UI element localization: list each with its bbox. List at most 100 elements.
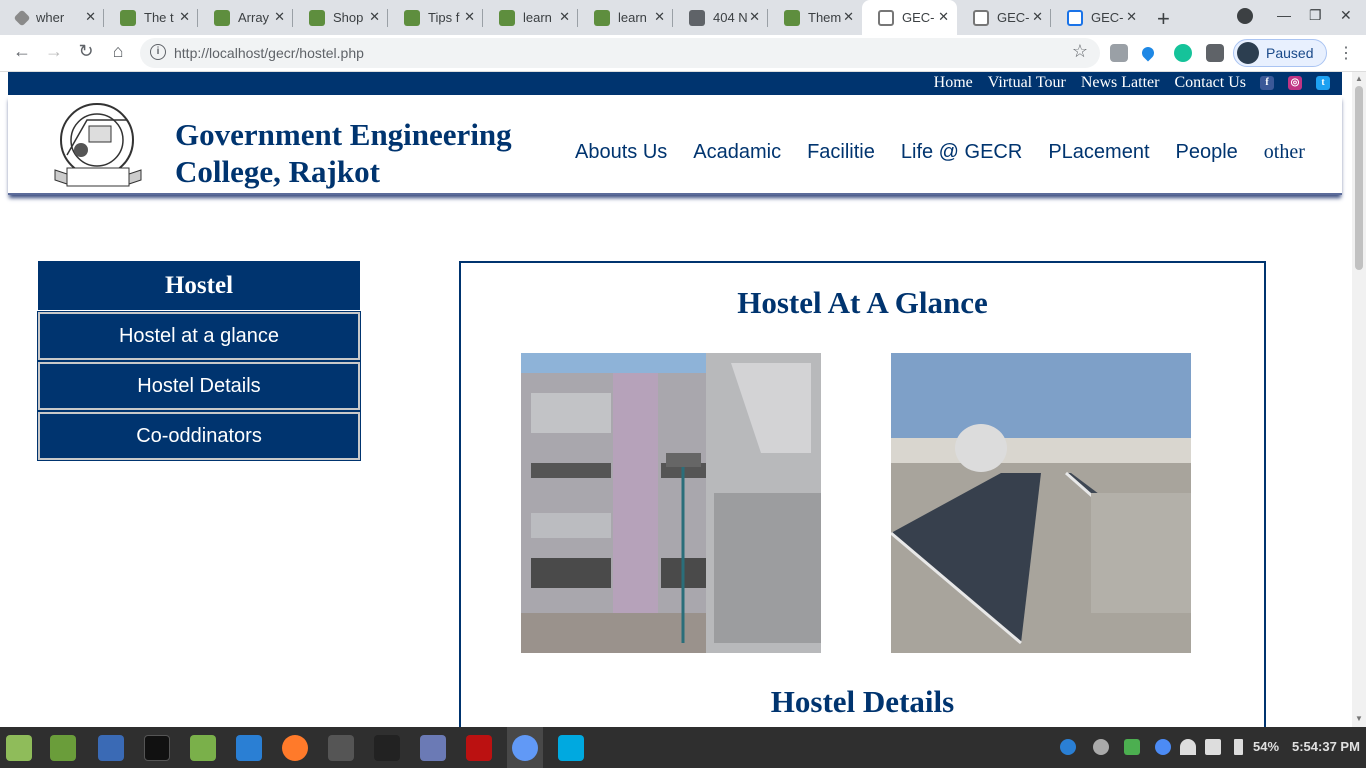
- profile-button[interactable]: Paused: [1233, 39, 1327, 67]
- grammarly-icon[interactable]: [1174, 44, 1192, 62]
- close-tab-icon[interactable]: ✕: [274, 9, 285, 25]
- battery-icon[interactable]: [1234, 739, 1243, 755]
- firefox-icon[interactable]: [282, 735, 308, 761]
- terminal-icon[interactable]: [144, 735, 170, 761]
- college-name[interactable]: Government Engineering College, Rajkot: [175, 116, 555, 190]
- close-tab-icon[interactable]: ✕: [464, 9, 475, 25]
- nav-people[interactable]: People: [1176, 141, 1238, 164]
- info-icon[interactable]: i: [150, 44, 166, 60]
- update-icon[interactable]: [1124, 739, 1140, 755]
- restore-icon[interactable]: ❐: [1309, 7, 1322, 24]
- close-tab-icon[interactable]: ✕: [938, 9, 949, 25]
- close-tab-icon[interactable]: ✕: [1032, 9, 1043, 25]
- top-link-contact[interactable]: Contact Us: [1174, 74, 1246, 92]
- browser-tab[interactable]: 404 N ✕: [673, 0, 768, 35]
- gec-icon: [1067, 9, 1083, 26]
- nav-other[interactable]: other: [1264, 141, 1305, 164]
- skype-icon[interactable]: [558, 735, 584, 761]
- tab-search-icon[interactable]: [1237, 8, 1253, 24]
- nav-academic[interactable]: Acadamic: [693, 141, 781, 164]
- water-drop-icon[interactable]: [1139, 44, 1157, 62]
- back-icon[interactable]: ←: [10, 41, 34, 62]
- browser-tab[interactable]: GEC- ✕: [1051, 0, 1145, 35]
- top-link-news[interactable]: News Latter: [1081, 74, 1160, 92]
- browser-tab[interactable]: The t ✕: [104, 0, 198, 35]
- url-text[interactable]: http://localhost/gecr/hostel.php: [174, 45, 364, 61]
- shopify-icon: [499, 9, 515, 26]
- college-logo[interactable]: [37, 100, 158, 190]
- scroll-down-icon[interactable]: ▼: [1355, 714, 1363, 723]
- close-tab-icon[interactable]: ✕: [85, 9, 96, 25]
- nav-life-gecr[interactable]: Life @ GECR: [901, 141, 1022, 164]
- chrome-icon[interactable]: [507, 727, 543, 768]
- extension-icon[interactable]: [1110, 44, 1128, 62]
- sidebar-item-hostel-details[interactable]: Hostel Details: [37, 361, 361, 411]
- nav-about-us[interactable]: Abouts Us: [575, 141, 667, 164]
- browser-tab[interactable]: wher ✕: [0, 0, 104, 35]
- forward-icon[interactable]: →: [42, 41, 66, 62]
- close-tab-icon[interactable]: ✕: [1126, 9, 1137, 25]
- browser-tab[interactable]: Them ✕: [768, 0, 862, 35]
- browser-tab[interactable]: Shop ✕: [293, 0, 388, 35]
- shield-icon[interactable]: [1093, 739, 1109, 755]
- instagram-icon[interactable]: ◎: [1288, 76, 1302, 90]
- scrollbar-thumb[interactable]: [1355, 86, 1363, 270]
- terminal-2-icon[interactable]: [374, 735, 400, 761]
- minimize-icon[interactable]: —: [1277, 7, 1291, 23]
- shopify-icon: [214, 9, 230, 26]
- nav-placement[interactable]: PLacement: [1048, 141, 1149, 164]
- nav-facilities[interactable]: Facilitie: [807, 141, 875, 164]
- browser-tab[interactable]: GEC- ✕: [957, 0, 1051, 35]
- mint-menu-icon[interactable]: [6, 735, 32, 761]
- menu-icon[interactable]: ⋮: [1338, 43, 1354, 63]
- sidebar-item-coordinators[interactable]: Co-oddinators: [37, 411, 361, 461]
- extensions-puzzle-icon[interactable]: [1206, 44, 1224, 62]
- browser-tab[interactable]: learn ✕: [578, 0, 673, 35]
- browser-tab[interactable]: Tips f ✕: [388, 0, 483, 35]
- shopify-icon: [404, 9, 420, 26]
- browser-tab[interactable]: Array ✕: [198, 0, 293, 35]
- globe-icon: [689, 9, 705, 26]
- bluetooth-icon[interactable]: [1060, 739, 1076, 755]
- vscode-icon[interactable]: [236, 735, 262, 761]
- reload-icon[interactable]: ↻: [74, 41, 98, 62]
- home-icon[interactable]: ⌂: [106, 41, 130, 62]
- top-link-virtual-tour[interactable]: Virtual Tour: [988, 74, 1066, 92]
- browser-tab[interactable]: learn ✕: [483, 0, 578, 35]
- close-tab-icon[interactable]: ✕: [749, 9, 760, 25]
- new-tab-icon[interactable]: +: [1157, 6, 1170, 32]
- main-nav: Abouts Us Acadamic Facilitie Life @ GECR…: [575, 141, 1305, 164]
- wifi-icon[interactable]: [1180, 739, 1196, 755]
- address-bar[interactable]: i http://localhost/gecr/hostel.php ☆: [140, 38, 1100, 68]
- page-scrollbar[interactable]: ▲ ▼: [1352, 72, 1366, 727]
- files-icon[interactable]: [190, 735, 216, 761]
- page-title: Hostel At A Glance: [737, 285, 988, 320]
- close-tab-icon[interactable]: ✕: [843, 9, 854, 25]
- screenshot-icon[interactable]: [98, 735, 124, 761]
- top-link-home[interactable]: Home: [934, 74, 973, 92]
- shopify-icon: [120, 9, 136, 26]
- mail-icon[interactable]: [420, 735, 446, 761]
- close-tab-icon[interactable]: ✕: [654, 9, 665, 25]
- content-panel: Hostel At A Glance Hostel Details: [459, 261, 1266, 727]
- show-desktop-icon[interactable]: [50, 735, 76, 761]
- close-window-icon[interactable]: ✕: [1340, 7, 1352, 24]
- gec-icon: [878, 9, 894, 26]
- shopify-icon: [594, 9, 610, 26]
- clock[interactable]: 5:54:37 PM: [1292, 739, 1360, 754]
- browser-tab-active[interactable]: GEC- ✕: [862, 0, 957, 35]
- top-link-bar: Home Virtual Tour News Latter Contact Us…: [8, 72, 1342, 95]
- sidebar-item-hostel-glance[interactable]: Hostel at a glance: [37, 311, 361, 361]
- close-tab-icon[interactable]: ✕: [179, 9, 190, 25]
- chrome-tray-icon[interactable]: [1155, 739, 1171, 755]
- filezilla-icon[interactable]: [466, 735, 492, 761]
- twitter-icon[interactable]: t: [1316, 76, 1330, 90]
- scroll-up-icon[interactable]: ▲: [1355, 74, 1363, 83]
- sublime-icon[interactable]: [328, 735, 354, 761]
- bookmark-star-icon[interactable]: ☆: [1072, 41, 1088, 62]
- close-tab-icon[interactable]: ✕: [559, 9, 570, 25]
- facebook-icon[interactable]: f: [1260, 76, 1274, 90]
- close-tab-icon[interactable]: ✕: [369, 9, 380, 25]
- gec-icon: [973, 9, 989, 26]
- volume-icon[interactable]: [1205, 739, 1221, 755]
